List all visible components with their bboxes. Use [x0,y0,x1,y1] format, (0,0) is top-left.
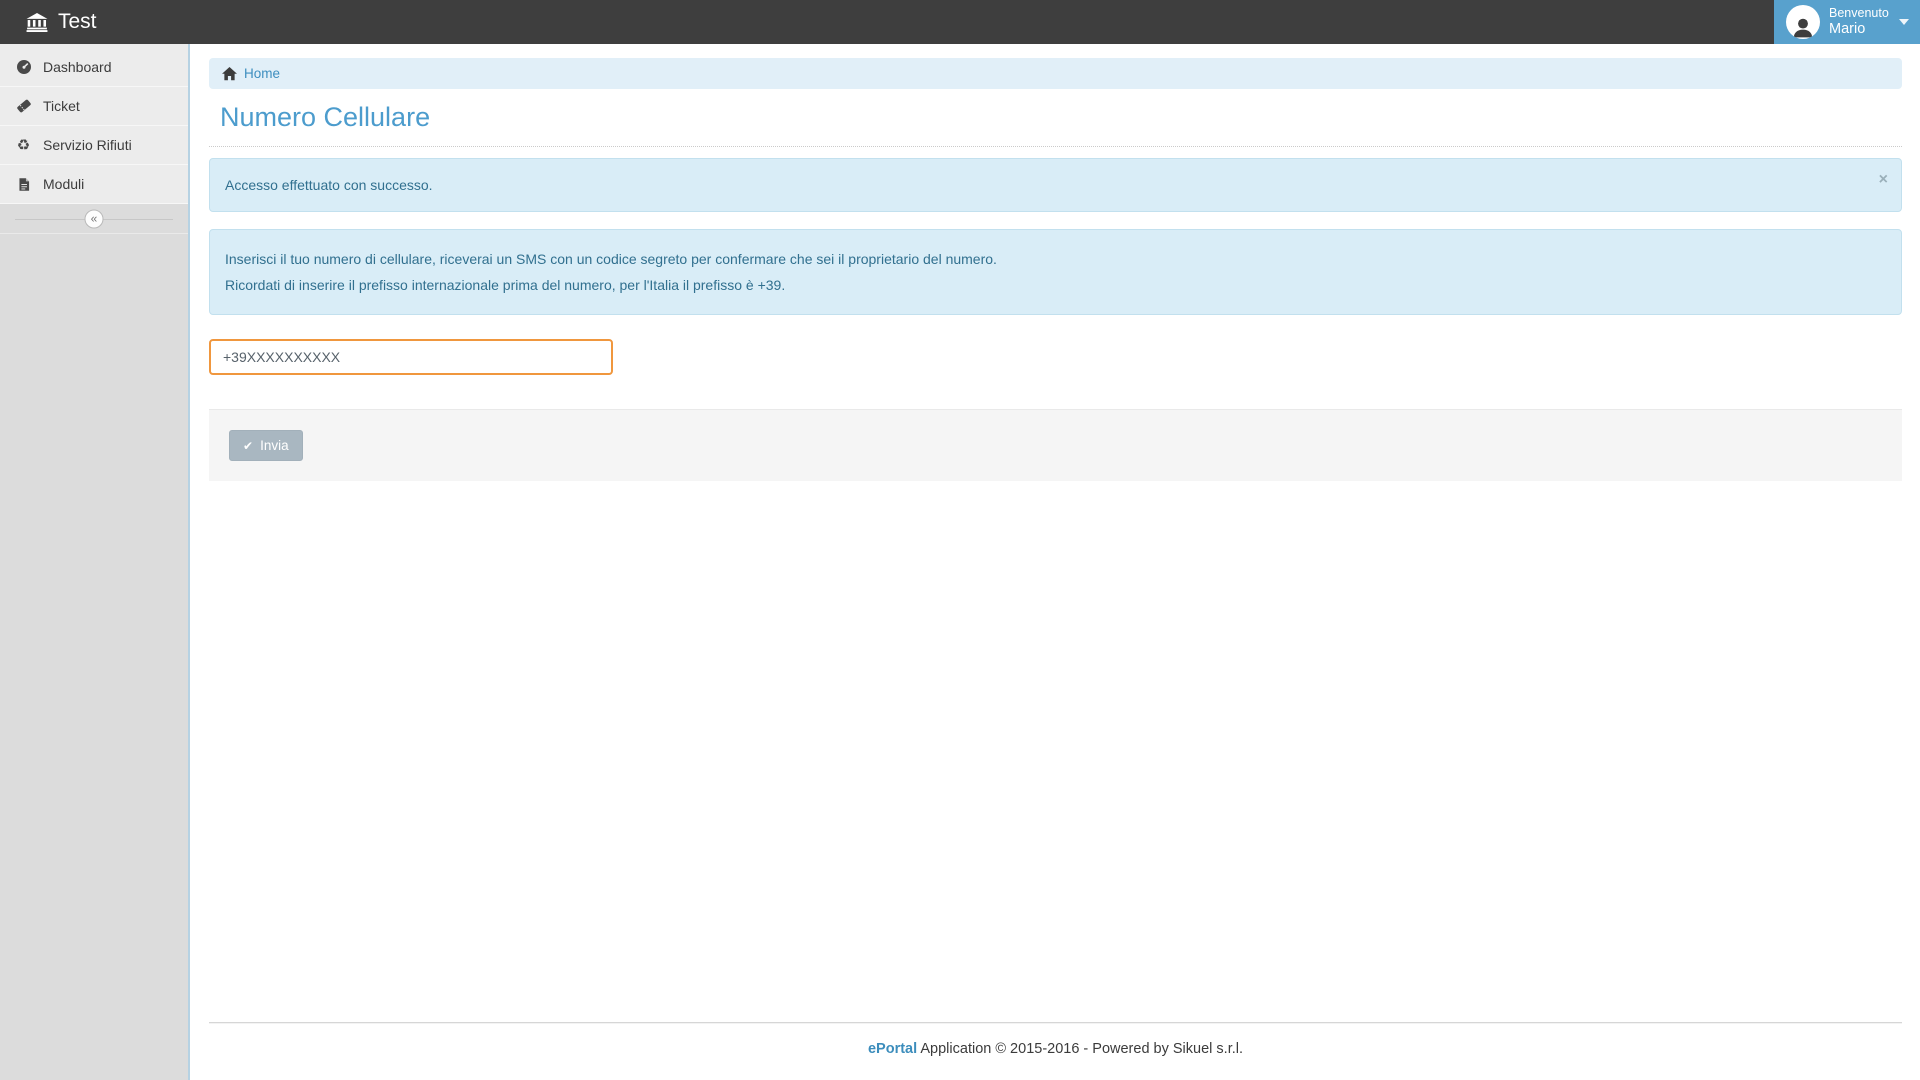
sidebar-item-ticket[interactable]: Ticket [0,87,188,126]
page-footer: ePortal Application © 2015-2016 - Powere… [209,1022,1902,1080]
success-alert-text: Accesso effettuato con successo. [225,177,433,193]
sidebar-item-dashboard[interactable]: Dashboard [0,48,188,87]
app-logo: Test [0,10,97,34]
home-icon [222,67,237,81]
ticket-icon [15,98,32,114]
file-icon [15,177,32,192]
recycle-icon: ♻ [15,138,32,153]
sidebar-item-moduli[interactable]: Moduli [0,165,188,204]
main-content: Home Numero Cellulare Accesso effettuato… [190,44,1920,1080]
form-footer-panel: ✔ Invia [209,409,1902,481]
dashboard-icon [15,59,32,75]
breadcrumb-home-label: Home [244,66,280,81]
breadcrumb: Home [209,58,1902,89]
close-icon[interactable]: × [1879,172,1888,188]
page-title: Numero Cellulare [209,102,1902,147]
sidebar: Dashboard Ticket ♻ Servizio Rifiuti [0,44,190,1080]
app-title: Test [58,10,97,34]
footer-text: ePortal Application © 2015-2016 - Powere… [209,1024,1902,1080]
avatar [1786,5,1820,39]
info-line-1: Inserisci il tuo numero di cellulare, ri… [225,246,1886,272]
sidebar-collapse-row: « [0,204,188,234]
sidebar-item-label: Moduli [43,176,84,192]
info-alert: Inserisci il tuo numero di cellulare, ri… [209,229,1902,315]
sidebar-item-label: Servizio Rifiuti [43,137,132,153]
invia-button-label: Invia [260,438,289,453]
info-line-2: Ricordati di inserire il prefisso intern… [225,272,1886,298]
user-name: Mario [1829,21,1889,38]
phone-number-input[interactable] [209,339,613,375]
invia-button[interactable]: ✔ Invia [229,430,303,461]
user-greeting: Benvenuto [1829,6,1889,21]
sidebar-item-label: Dashboard [43,59,112,75]
caret-down-icon [1899,19,1909,25]
sidebar-menu: Dashboard Ticket ♻ Servizio Rifiuti [0,44,188,204]
footer-brand-link[interactable]: ePortal [868,1041,917,1057]
bank-icon [26,13,48,32]
sidebar-collapse-button[interactable]: « [85,209,104,228]
user-text: Benvenuto Mario [1829,6,1889,38]
footer-copyright: Application © 2015-2016 - Powered by Sik… [917,1041,1243,1057]
user-menu[interactable]: Benvenuto Mario [1774,0,1920,44]
check-icon: ✔ [243,440,253,452]
topbar: Test Benvenuto Mario [0,0,1920,44]
sidebar-item-label: Ticket [43,98,80,114]
success-alert: Accesso effettuato con successo. × [209,158,1902,212]
breadcrumb-home-link[interactable]: Home [222,66,280,81]
sidebar-item-servizio-rifiuti[interactable]: ♻ Servizio Rifiuti [0,126,188,165]
